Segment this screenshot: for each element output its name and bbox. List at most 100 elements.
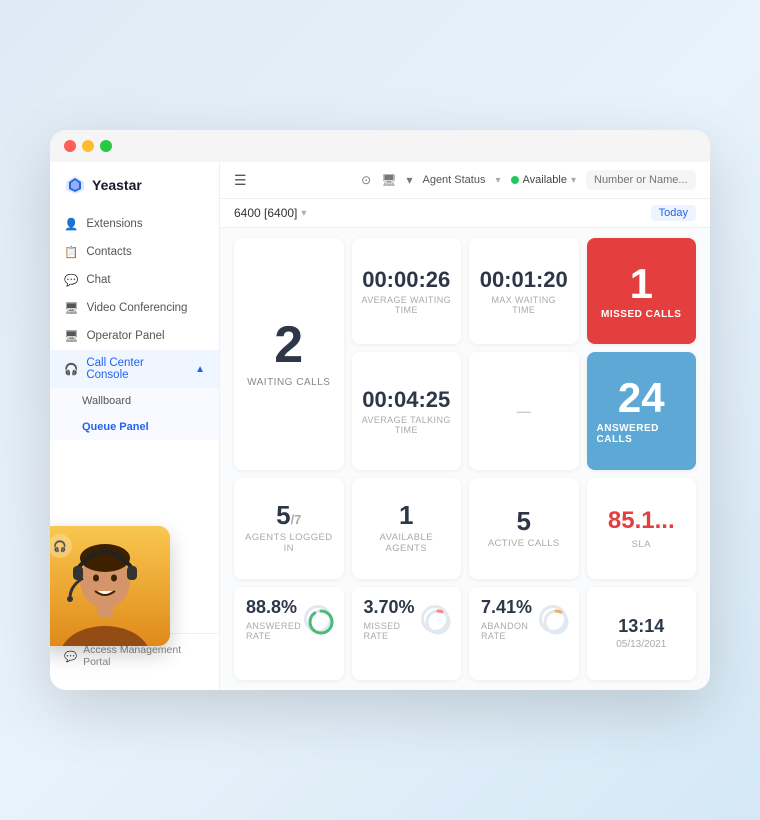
waiting-calls-number: 2: [274, 319, 303, 371]
answered-rate-value: 88.8%: [246, 597, 304, 618]
sidebar: Yeastar 👤 Extensions 📋 Contacts 💬 Chat 🖥…: [50, 162, 220, 690]
datetime-card: 13:14 05/13/2021: [587, 587, 697, 680]
chat-icon: 💬: [64, 273, 78, 287]
agents-logged-label: AGENTS LOGGED IN: [244, 532, 334, 554]
search-input[interactable]: [586, 170, 696, 190]
callcenter-label: Call Center Console: [86, 357, 187, 381]
headset-icon: 🎧: [53, 540, 67, 553]
waiting-calls-card: 2 WAITING CALLS: [234, 238, 344, 470]
dashboard-grid: 2 WAITING CALLS 00:00:26 AVERAGE WAITING…: [220, 228, 710, 690]
topbar-left: ☰: [234, 172, 247, 189]
missed-calls-label: MISSED CALLS: [601, 309, 681, 320]
missed-calls-card: 1 MISSED CALLS: [587, 238, 697, 344]
yeastar-logo-icon: [64, 174, 86, 196]
current-time: 13:14: [618, 616, 664, 637]
sidebar-item-wallboard[interactable]: Wallboard: [50, 388, 219, 414]
max-waiting-label: MAX WAITING TIME: [479, 295, 569, 315]
abandon-rate-card: 7.41% ABANDON RATE: [469, 587, 579, 680]
agents-logged-card: 5 /7 AGENTS LOGGED IN: [234, 478, 344, 579]
status-badge[interactable]: Available ▾: [511, 174, 576, 186]
available-dot: [511, 176, 519, 184]
agent-status-label[interactable]: Agent Status: [422, 174, 485, 186]
agents-logged-number: 5 /7: [276, 502, 301, 528]
dot-green[interactable]: [100, 140, 112, 152]
abandon-rate-label: ABANDON RATE: [481, 621, 539, 641]
extension-selector[interactable]: 6400 [6400] ▾: [234, 206, 306, 220]
available-label: Available: [523, 174, 567, 186]
active-calls-number: 5: [517, 508, 531, 534]
sidebar-item-video[interactable]: 🖥 Video Conferencing: [50, 294, 219, 322]
extension-label: 6400 [6400]: [234, 206, 297, 220]
sidebar-item-extensions[interactable]: 👤 Extensions: [50, 210, 219, 238]
avg-waiting-value: 00:00:26: [362, 267, 450, 293]
missed-calls-number: 1: [630, 263, 653, 305]
avg-talking-value: 00:04:25: [362, 387, 450, 413]
answered-calls-card: 24 ANSWERED CALLS: [587, 352, 697, 469]
sidebar-item-chat[interactable]: 💬 Chat: [50, 266, 219, 294]
avg-talking-card: 00:04:25 AVERAGE TALKING TIME: [352, 352, 462, 469]
missed-rate-label: MISSED RATE: [364, 621, 422, 641]
avg-waiting-card: 00:00:26 AVERAGE WAITING TIME: [352, 238, 462, 344]
abandon-rate-value: 7.41%: [481, 597, 539, 618]
sidebar-item-operator[interactable]: 🖥 Operator Panel: [50, 322, 219, 350]
missed-rate-value: 3.70%: [364, 597, 422, 618]
menu-icon[interactable]: ☰: [234, 172, 247, 189]
extensions-icon: 👤: [64, 217, 78, 231]
dot-yellow[interactable]: [82, 140, 94, 152]
operator-icon: 🖥: [64, 329, 79, 343]
answered-rate-circle: [304, 605, 332, 633]
main-content: ☰ ⊙ 🖥 ▾ Agent Status ▾ Available ▾: [220, 162, 710, 690]
sidebar-item-callcenter[interactable]: 🎧 Call Center Console ▲: [50, 350, 219, 388]
sla-label: SLA: [632, 539, 651, 550]
operator-label: Operator Panel: [87, 330, 165, 342]
access-portal-icon: 💬: [64, 650, 77, 663]
sla-number: 85.1...: [608, 507, 675, 535]
available-agents-card: 1 AVAILABLE AGENTS: [352, 478, 462, 579]
topbar-right: ⊙ 🖥 ▾ Agent Status ▾ Available ▾: [361, 170, 696, 190]
chat-label: Chat: [86, 274, 110, 286]
time-card-placeholder: —: [469, 352, 579, 469]
active-calls-card: 5 ACTIVE CALLS: [469, 478, 579, 579]
callcenter-chevron: ▲: [195, 364, 205, 375]
answered-calls-label: ANSWERED CALLS: [597, 423, 687, 445]
available-agents-label: AVAILABLE AGENTS: [362, 532, 452, 554]
max-waiting-card: 00:01:20 MAX WAITING TIME: [469, 238, 579, 344]
agent-card: 🎧: [50, 526, 170, 646]
abandon-rate-circle: [539, 605, 567, 633]
extension-chevron: ▾: [301, 208, 306, 219]
time-placeholder-value: —: [517, 403, 531, 419]
access-portal-label: Access Management Portal: [83, 644, 205, 668]
missed-rate-card: 3.70% MISSED RATE: [352, 587, 462, 680]
sidebar-item-contacts[interactable]: 📋 Contacts: [50, 238, 219, 266]
browser-window: Yeastar 👤 Extensions 📋 Contacts 💬 Chat 🖥…: [50, 130, 710, 690]
help-icon[interactable]: ⊙: [361, 173, 371, 187]
video-icon: 🖥: [64, 301, 79, 315]
avg-waiting-label: AVERAGE WAITING TIME: [362, 295, 452, 315]
sidebar-item-queue[interactable]: Queue Panel: [50, 414, 219, 440]
wallboard-label: Wallboard: [82, 395, 131, 407]
dot-red[interactable]: [64, 140, 76, 152]
dropdown-icon[interactable]: ▾: [406, 173, 412, 187]
current-date: 05/13/2021: [616, 639, 666, 650]
waiting-calls-label: WAITING CALLS: [247, 377, 330, 388]
logo-text: Yeastar: [92, 177, 142, 193]
queue-label: Queue Panel: [82, 421, 149, 433]
max-waiting-value: 00:01:20: [480, 267, 568, 293]
subbar: 6400 [6400] ▾ Today: [220, 199, 710, 228]
sidebar-submenu: Wallboard Queue Panel: [50, 388, 219, 440]
callcenter-icon: 🎧: [64, 362, 78, 376]
video-label: Video Conferencing: [87, 302, 188, 314]
topbar: ☰ ⊙ 🖥 ▾ Agent Status ▾ Available ▾: [220, 162, 710, 199]
answered-rate-label: ANSWERED RATE: [246, 621, 304, 641]
contacts-label: Contacts: [86, 246, 131, 258]
active-calls-label: ACTIVE CALLS: [488, 538, 560, 549]
extensions-label: Extensions: [86, 218, 142, 230]
monitor-icon[interactable]: 🖥: [381, 173, 396, 187]
titlebar: [50, 130, 710, 162]
missed-rate-circle: [421, 605, 449, 633]
answered-rate-card: 88.8% ANSWERED RATE: [234, 587, 344, 680]
contacts-icon: 📋: [64, 245, 78, 259]
dropdown-arrow-icon: ▾: [495, 175, 500, 186]
avg-talking-label: AVERAGE TALKING TIME: [362, 415, 452, 435]
answered-calls-number: 24: [618, 377, 665, 419]
